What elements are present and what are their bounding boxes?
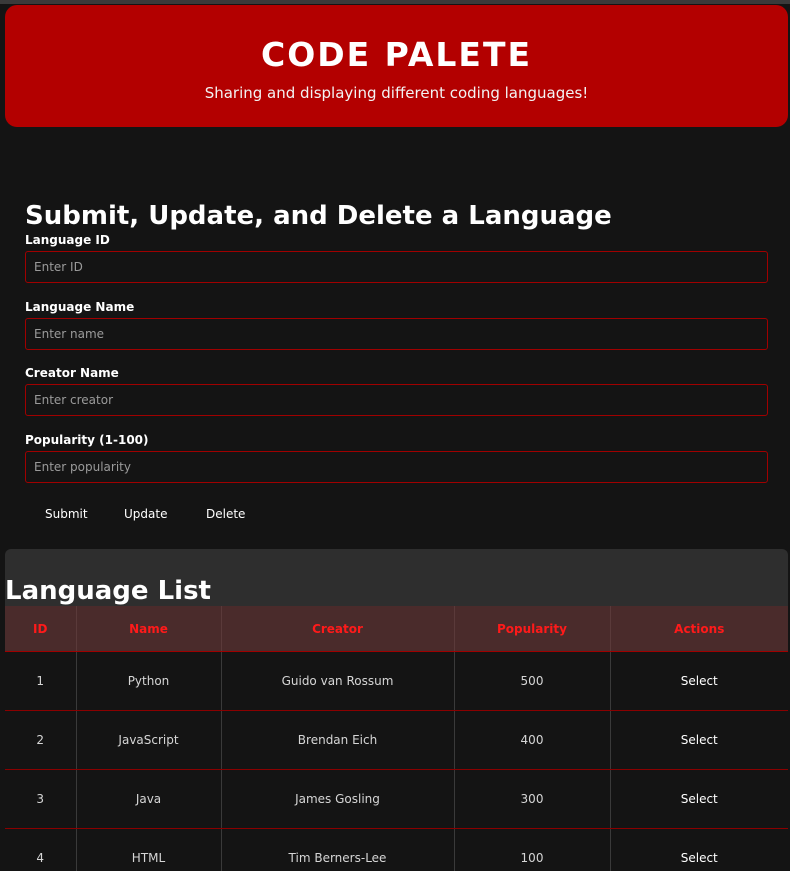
form-title: Submit, Update, and Delete a Language [25, 201, 612, 231]
language-id-label: Language ID [25, 233, 110, 247]
submit-button[interactable]: Submit [45, 504, 88, 524]
cell-creator: Tim Berners-Lee [221, 828, 455, 871]
column-header-name: Name [76, 606, 222, 652]
cell-popularity: 400 [454, 710, 611, 770]
cell-id: 1 [5, 651, 77, 711]
cell-id: 2 [5, 710, 77, 770]
cell-id: 4 [5, 828, 77, 871]
creator-name-input[interactable] [25, 384, 768, 416]
app-title: CODE PALETE [260, 35, 532, 74]
cell-popularity: 100 [454, 828, 611, 871]
language-name-input[interactable] [25, 318, 768, 350]
table-row: 2 JavaScript Brendan Eich 400 Select [5, 710, 788, 770]
cell-name: HTML [76, 828, 222, 871]
browser-top-bar [0, 0, 790, 4]
table-header-row: ID Name Creator Popularity Actions [5, 606, 788, 652]
cell-popularity: 300 [454, 769, 611, 829]
language-list: Language List ID Name Creator Popularity… [5, 549, 788, 871]
select-button[interactable]: Select [610, 710, 788, 770]
popularity-input[interactable] [25, 451, 768, 483]
list-title: Language List [5, 576, 211, 606]
column-header-popularity: Popularity [454, 606, 611, 652]
cell-creator: Brendan Eich [221, 710, 455, 770]
popularity-label: Popularity (1-100) [25, 433, 149, 447]
cell-popularity: 500 [454, 651, 611, 711]
language-table: ID Name Creator Popularity Actions 1 Pyt… [5, 606, 788, 871]
cell-name: JavaScript [76, 710, 222, 770]
select-button[interactable]: Select [610, 828, 788, 871]
table-row: 1 Python Guido van Rossum 500 Select [5, 651, 788, 711]
column-header-id: ID [5, 606, 77, 652]
column-header-creator: Creator [221, 606, 455, 652]
cell-id: 3 [5, 769, 77, 829]
language-id-field: Language ID [25, 233, 768, 283]
table-row: 4 HTML Tim Berners-Lee 100 Select [5, 828, 788, 871]
language-form: Submit, Update, and Delete a Language La… [25, 196, 768, 483]
cell-creator: James Gosling [221, 769, 455, 829]
creator-name-field: Creator Name [25, 366, 768, 416]
page-header: CODE PALETE Sharing and displaying diffe… [5, 5, 788, 127]
creator-name-label: Creator Name [25, 366, 119, 380]
cell-name: Python [76, 651, 222, 711]
update-button[interactable]: Update [124, 504, 167, 524]
language-id-input[interactable] [25, 251, 768, 283]
select-button[interactable]: Select [610, 769, 788, 829]
popularity-field: Popularity (1-100) [25, 433, 768, 483]
select-button[interactable]: Select [610, 651, 788, 711]
cell-name: Java [76, 769, 222, 829]
column-header-actions: Actions [610, 606, 788, 652]
cell-creator: Guido van Rossum [221, 651, 455, 711]
delete-button[interactable]: Delete [206, 504, 245, 524]
language-name-field: Language Name [25, 300, 768, 350]
app-subtitle: Sharing and displaying different coding … [204, 84, 589, 102]
language-name-label: Language Name [25, 300, 135, 314]
table-row: 3 Java James Gosling 300 Select [5, 769, 788, 829]
